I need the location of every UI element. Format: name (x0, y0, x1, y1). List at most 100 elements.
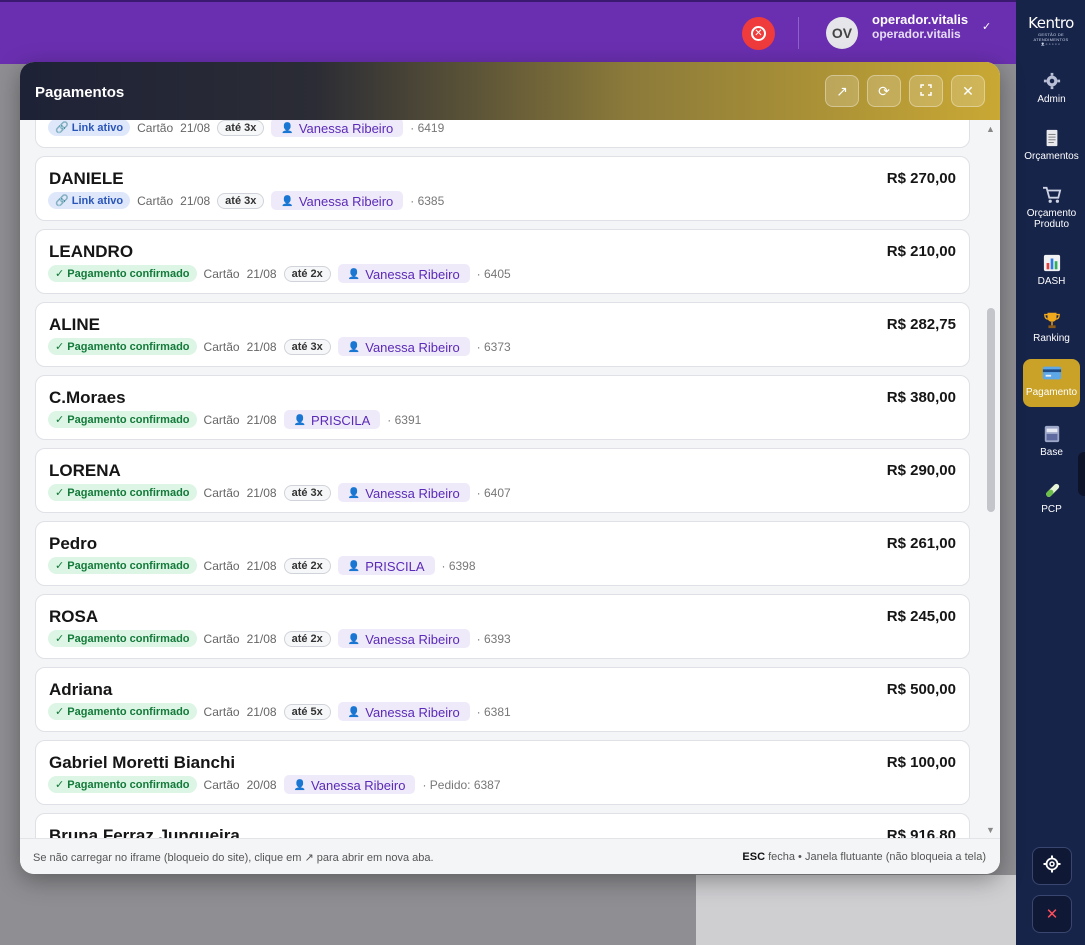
close-modal-button[interactable]: ✕ (951, 75, 985, 107)
modal-title: Pagamentos (35, 84, 125, 101)
payment-amount: R$ 282,75 (886, 316, 956, 333)
payment-date: 21/08 (180, 193, 211, 208)
sidebar-item-orcamento-produto[interactable]: Orçamento Produto (1023, 180, 1080, 234)
customer-name: Bruna Ferraz Junqueira (49, 826, 240, 838)
payment-method: Cartão (203, 266, 240, 281)
chevron-down-icon[interactable]: ✓ (982, 20, 991, 33)
customer-name: LEANDRO (49, 242, 134, 261)
sidebar-item-pagamento[interactable]: Pagamento (1023, 359, 1080, 407)
refresh-button[interactable]: ⟳ (867, 75, 901, 107)
customer-name: ROSA (49, 607, 99, 626)
kentro-logo: Kentro GESTÃO DE ATENDIMENTOS ᴥ◦◦◦◦◦ (1026, 14, 1076, 48)
link-active-badge: 🔗 Link ativo (48, 120, 131, 136)
payment-method: Cartão (203, 485, 240, 500)
payment-card[interactable]: DANIELE R$ 270,00 🔗 Link ativo Cartão 21/08 a… (35, 156, 970, 221)
payment-confirmed-badge: ✓ Pagamento confirmado (48, 703, 197, 720)
installments-pill: até 2x (283, 630, 331, 647)
payment-confirmed-badge: ✓ Pagamento confirmado (48, 265, 197, 282)
installments-pill: até 3x (283, 338, 331, 355)
order-number: · 6405 (476, 266, 511, 281)
error-alert-button[interactable]: ✕ (742, 17, 775, 50)
payment-card[interactable]: Bruna Ferraz Junqueira R$ 916,80 (35, 813, 970, 838)
open-new-tab-button[interactable]: ↗ (825, 75, 859, 107)
payment-card[interactable]: Pedro R$ 261,00 ✓ Pagamento confirmado Cart… (35, 521, 970, 586)
payment-meta: ✓ Pagamento confirmado Cartão 21/08 até 3x 👤… (48, 483, 511, 502)
link-icon: 🔗 (55, 122, 72, 134)
payment-date: 21/08 (180, 120, 211, 135)
check-icon: ✓ (55, 633, 68, 645)
seller-tag: 👤 PRISCILA (283, 410, 381, 429)
payment-method: Cartão (203, 777, 240, 792)
customer-name: DANIELE (49, 169, 124, 188)
payment-card[interactable]: ALINE R$ 282,75 ✓ Pagamento confirmado Cart… (35, 302, 970, 367)
sidebar-item-admin[interactable]: Admin (1023, 66, 1080, 108)
sidebar-item-dash[interactable]: DASH (1023, 248, 1080, 290)
payment-card[interactable]: Adriana R$ 500,00 ✓ Pagamento confirmado Ca… (35, 667, 970, 732)
payment-amount: R$ 270,00 (886, 170, 956, 187)
user-name[interactable]: operador.vitalis (872, 12, 968, 27)
check-icon: ✓ (55, 487, 68, 499)
seller-tag: 👤 Vanessa Ribeiro (283, 775, 416, 794)
scrollbar-thumb[interactable] (987, 308, 995, 512)
order-number: · 6385 (410, 193, 445, 208)
refresh-icon: ⟳ (878, 82, 890, 99)
payment-date: 21/08 (246, 558, 277, 573)
scroll-up-arrow-icon[interactable]: ▲ (986, 124, 996, 134)
payment-meta: ✓ Pagamento confirmado Cartão 21/08 até 5x 👤… (48, 702, 511, 721)
sidebar-item-ranking[interactable]: Ranking (1023, 305, 1080, 347)
footer-hint: Se não carregar no iframe (bloqueio do s… (33, 852, 434, 864)
payment-amount: R$ 916,80 (886, 827, 956, 838)
payment-method: Cartão (203, 339, 240, 354)
payment-amount: R$ 290,00 (886, 462, 956, 479)
payment-card[interactable]: LORENA R$ 290,00 ✓ Pagamento confirmado Car… (35, 448, 970, 513)
check-icon: ✓ (55, 560, 68, 572)
check-icon: ✓ (55, 779, 68, 791)
check-icon: ✓ (55, 341, 68, 353)
payment-confirmed-badge: ✓ Pagamento confirmado (48, 557, 197, 574)
link-icon: 🔗 (55, 195, 72, 207)
payment-amount: R$ 210,00 (886, 243, 956, 260)
payment-date: 20/08 (246, 777, 277, 792)
close-icon: ✕ (962, 82, 974, 99)
seller-tag: 👤 Vanessa Ribeiro (337, 483, 470, 502)
payments-list[interactable]: 🔗 Link ativo Cartão 21/08 até 3x 👤 Vanessa Ri… (20, 120, 1000, 838)
order-number: · 6381 (476, 704, 511, 719)
close-app-button[interactable]: ✕ (1032, 895, 1072, 933)
person-icon: 👤 (347, 561, 361, 572)
topbar-divider (798, 17, 799, 49)
footer-shortcut-hint: ESC fecha • Janela flutuante (não bloque… (742, 851, 986, 863)
payment-method: Cartão (203, 704, 240, 719)
seller-tag: 👤 Vanessa Ribeiro (337, 337, 470, 356)
avatar[interactable]: OV (826, 17, 858, 49)
payment-confirmed-badge: ✓ Pagamento confirmado (48, 630, 197, 647)
person-icon: 👤 (281, 196, 294, 207)
fullscreen-button[interactable] (909, 75, 943, 107)
payment-meta: ✓ Pagamento confirmado Cartão 21/08 até 3x 👤… (48, 337, 511, 356)
payment-card[interactable]: 🔗 Link ativo Cartão 21/08 até 3x 👤 Vanessa Ri… (35, 120, 970, 148)
payment-method: Cartão (203, 412, 240, 427)
person-icon: 👤 (281, 123, 294, 134)
payment-meta: ✓ Pagamento confirmado Cartão 21/08 até 2x 👤… (48, 556, 476, 575)
payment-card[interactable]: Gabriel Moretti Bianchi R$ 100,00 ✓ Pagame… (35, 740, 970, 805)
payment-date: 21/08 (246, 266, 277, 281)
seller-tag: 👤 Vanessa Ribeiro (337, 702, 470, 721)
order-number: · 6398 (441, 558, 476, 573)
user-subtitle: operador.vitalis (872, 27, 961, 41)
sidebar-item-base[interactable]: Base (1023, 419, 1080, 461)
sidebar-item-pcp[interactable]: PCP (1023, 476, 1080, 518)
gear-icon (1042, 72, 1062, 92)
sidebar-item-orcamentos[interactable]: Orçamentos (1023, 123, 1080, 165)
customer-name: ALINE (49, 315, 100, 334)
settings-button[interactable] (1032, 847, 1072, 885)
payment-date: 21/08 (246, 412, 277, 427)
scroll-down-arrow-icon[interactable]: ▼ (986, 825, 996, 835)
check-icon: ✓ (55, 414, 68, 426)
payment-card[interactable]: C.Moraes R$ 380,00 ✓ Pagamento confirmado C… (35, 375, 970, 440)
payment-method: Cartão (137, 120, 174, 135)
sidebar-edge-tab[interactable] (1078, 452, 1085, 496)
payment-card[interactable]: ROSA R$ 245,00 ✓ Pagamento confirmado Cartã… (35, 594, 970, 659)
payment-method: Cartão (203, 631, 240, 646)
payment-meta: ✓ Pagamento confirmado Cartão 20/08 👤 Vaness… (48, 775, 501, 794)
close-circle-icon: ✕ (751, 26, 766, 41)
payment-card[interactable]: LEANDRO R$ 210,00 ✓ Pagamento confirmado Ca… (35, 229, 970, 294)
